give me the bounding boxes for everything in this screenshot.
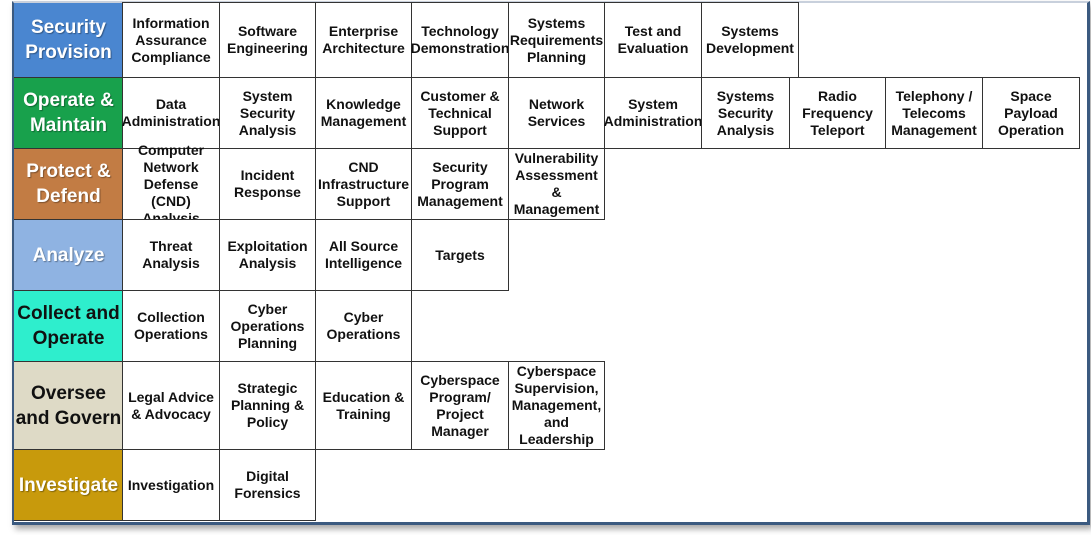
category-security-provision: Security Provision [14, 3, 123, 78]
work-role-cell: Vulnerability Assessment & Management [508, 148, 605, 220]
work-role-cell: Cyberspace Supervision, Management, and … [508, 361, 605, 450]
work-role-cell: Digital Forensics [219, 449, 316, 521]
work-role-cell: Investigation [122, 449, 220, 521]
work-role-cell: Cyber Operations Planning [219, 290, 316, 362]
work-role-cell: Technology Demonstration [411, 2, 509, 78]
category-operate-maintain: Operate & Maintain [14, 78, 123, 149]
category-protect-defend: Protect & Defend [14, 149, 123, 220]
work-role-cell: Cyberspace Program/ Project Manager [411, 361, 509, 450]
work-role-cell: Cyber Operations [315, 290, 412, 362]
work-role-cell: Radio Frequency Teleport [789, 77, 886, 149]
work-role-cell: Legal Advice & Advocacy [122, 361, 220, 450]
work-role-cell: Network Services [508, 77, 605, 149]
work-role-cell: Threat Analysis [122, 219, 220, 291]
work-role-cell: System Administration [604, 77, 702, 149]
category-oversee-and-govern: Oversee and Govern [14, 362, 123, 450]
work-role-cell: Systems Security Analysis [701, 77, 790, 149]
work-role-cell: Systems Development [701, 2, 799, 78]
work-role-cell: Security Program Management [411, 148, 509, 220]
work-role-cell: Targets [411, 219, 509, 291]
work-role-cell: Customer & Technical Support [411, 77, 509, 149]
category-investigate: Investigate [14, 450, 123, 521]
work-role-cell: Data Administration [122, 77, 220, 149]
work-role-cell: Software Engineering [219, 2, 316, 78]
work-role-cell: Computer Network Defense (CND) Analysis [122, 142, 220, 226]
work-role-cell: Space Payload Operation [982, 77, 1080, 149]
work-role-cell: Enterprise Architecture [315, 2, 412, 78]
work-role-cell: Collection Operations [122, 290, 220, 362]
work-role-cell: Exploitation Analysis [219, 219, 316, 291]
work-role-cell: Education & Training [315, 361, 412, 450]
work-role-cell: All Source Intelligence [315, 219, 412, 291]
work-role-cell: Incident Response [219, 148, 316, 220]
work-role-cell: Systems Requirements Planning [508, 2, 605, 78]
category-collect-and-operate: Collect and Operate [14, 291, 123, 362]
work-role-cell: Telephony / Telecoms Management [885, 77, 983, 149]
work-role-cell: Information Assurance Compliance [122, 2, 220, 78]
work-role-cell: Test and Evaluation [604, 2, 702, 78]
work-role-cell: Knowledge Management [315, 77, 412, 149]
work-role-cell: Strategic Planning & Policy [219, 361, 316, 450]
work-role-cell: CND Infrastructure Support [315, 148, 412, 220]
work-role-cell: System Security Analysis [219, 77, 316, 149]
category-analyze: Analyze [14, 220, 123, 291]
